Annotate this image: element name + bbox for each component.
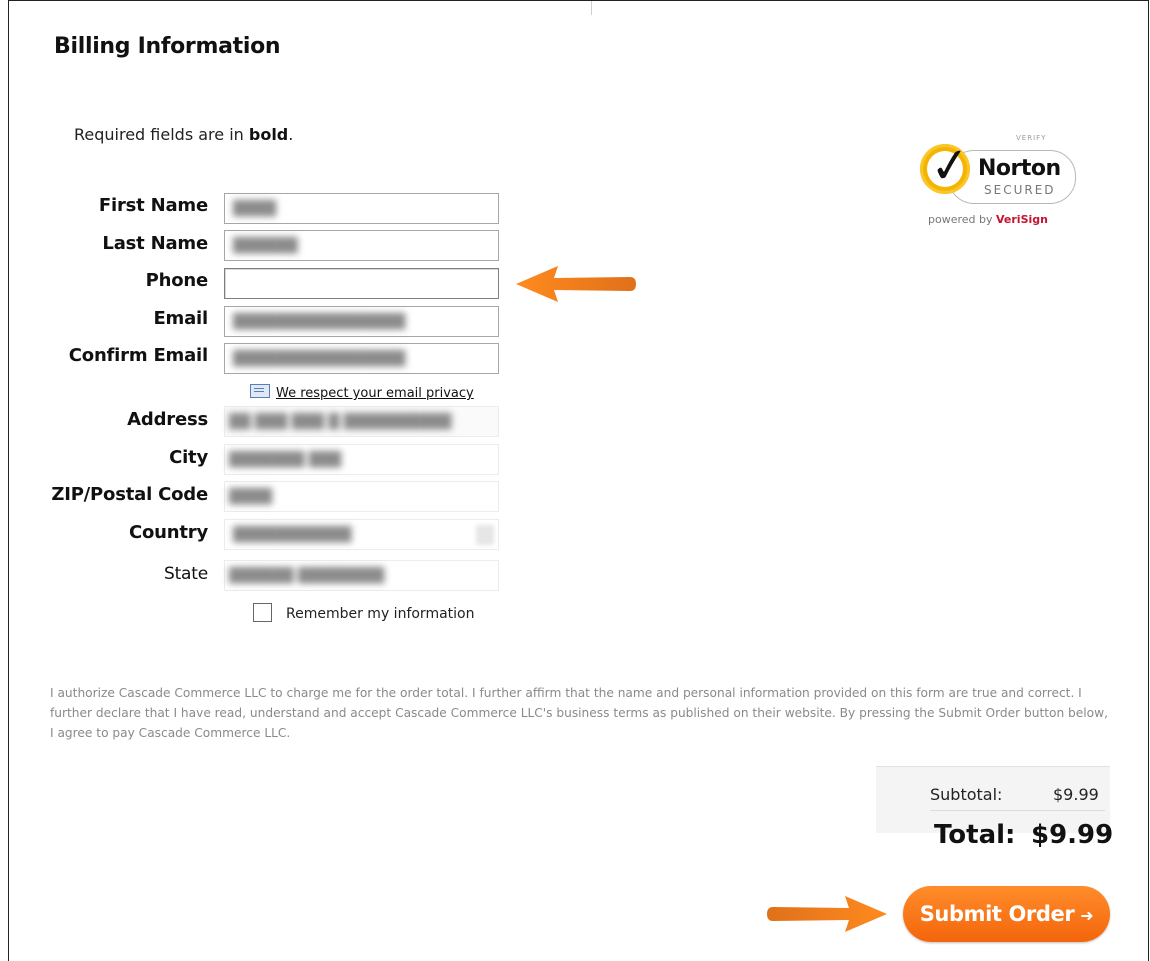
mail-icon <box>250 384 270 398</box>
chevron-down-icon <box>476 525 494 545</box>
authorization-text: I authorize Cascade Commerce LLC to char… <box>50 686 1108 740</box>
submit-order-label: Submit Order <box>919 902 1075 926</box>
confirm-email-label: Confirm Email <box>68 345 208 366</box>
redacted-value: ████████████████ <box>233 351 406 367</box>
address-field[interactable]: ██ ███ ███ █ ██████████ <box>224 406 499 437</box>
first-name-label: First Name <box>98 195 208 216</box>
zip-field[interactable]: ████ <box>224 481 499 512</box>
divider <box>591 1 592 15</box>
required-note-prefix: Required fields are in <box>74 125 249 144</box>
email-field[interactable]: ████████████████ <box>224 306 499 337</box>
redacted-value: ███████████ <box>233 527 352 543</box>
address-label: Address <box>127 409 208 430</box>
divider <box>930 810 1105 811</box>
annotation-arrow-right-icon <box>767 896 887 932</box>
redacted-value: ███████ ███ <box>229 452 342 468</box>
subtotal-label: Subtotal: <box>930 785 1003 804</box>
total-label: Total: <box>934 820 1016 850</box>
city-label: City <box>169 447 208 468</box>
norton-secured-badge[interactable]: VERIFY ✓ Norton SECURED powered by VeriS… <box>912 134 1082 230</box>
country-label: Country <box>128 522 208 543</box>
page-title: Billing Information <box>54 34 281 59</box>
required-note-bold: bold <box>248 125 289 144</box>
redacted-value: ████ <box>233 201 277 217</box>
last-name-label: Last Name <box>102 233 208 254</box>
checkmark-icon: ✓ <box>920 136 973 196</box>
country-select[interactable]: ███████████ <box>224 519 499 550</box>
annotation-arrow-left-icon <box>516 266 636 302</box>
badge-secured: SECURED <box>984 183 1056 197</box>
arrow-right-icon: ➜ <box>1080 906 1094 925</box>
first-name-field[interactable]: ████ <box>224 193 499 224</box>
redacted-value: ██████ ████████ <box>229 568 385 584</box>
verisign-brand: VeriSign <box>996 213 1048 226</box>
email-privacy-link[interactable]: We respect your email privacy <box>276 386 474 401</box>
remember-label: Remember my information <box>286 606 475 622</box>
last-name-field[interactable]: ██████ <box>224 230 499 261</box>
email-label: Email <box>153 308 208 329</box>
remember-me: Remember my information <box>253 603 474 622</box>
email-privacy-note: We respect your email privacy <box>250 384 474 401</box>
required-note: Required fields are in bold. <box>74 125 293 144</box>
submit-order-button[interactable]: Submit Order ➜ <box>903 886 1110 942</box>
badge-powered-by: powered by VeriSign <box>928 213 1048 226</box>
powered-by-text: powered by <box>928 213 996 226</box>
city-field[interactable]: ███████ ███ <box>224 444 499 475</box>
redacted-value: ██ ███ ███ █ ██████████ <box>229 414 452 430</box>
state-label: State <box>164 564 208 584</box>
redacted-value: ████████████████ <box>233 314 406 330</box>
zip-label: ZIP/Postal Code <box>51 484 208 505</box>
remember-checkbox[interactable] <box>253 603 272 622</box>
total-value: $9.99 <box>1031 820 1114 850</box>
badge-verify-text: VERIFY <box>1016 134 1047 142</box>
subtotal-value: $9.99 <box>1053 785 1099 804</box>
state-field[interactable]: ██████ ████████ <box>224 560 499 591</box>
confirm-email-field[interactable]: ████████████████ <box>224 343 499 374</box>
phone-label: Phone <box>145 270 209 291</box>
redacted-value: ██████ <box>233 238 298 254</box>
phone-field[interactable] <box>224 268 499 299</box>
redacted-value: ████ <box>229 489 273 505</box>
required-note-suffix: . <box>288 125 294 144</box>
badge-brand: Norton <box>978 156 1061 181</box>
